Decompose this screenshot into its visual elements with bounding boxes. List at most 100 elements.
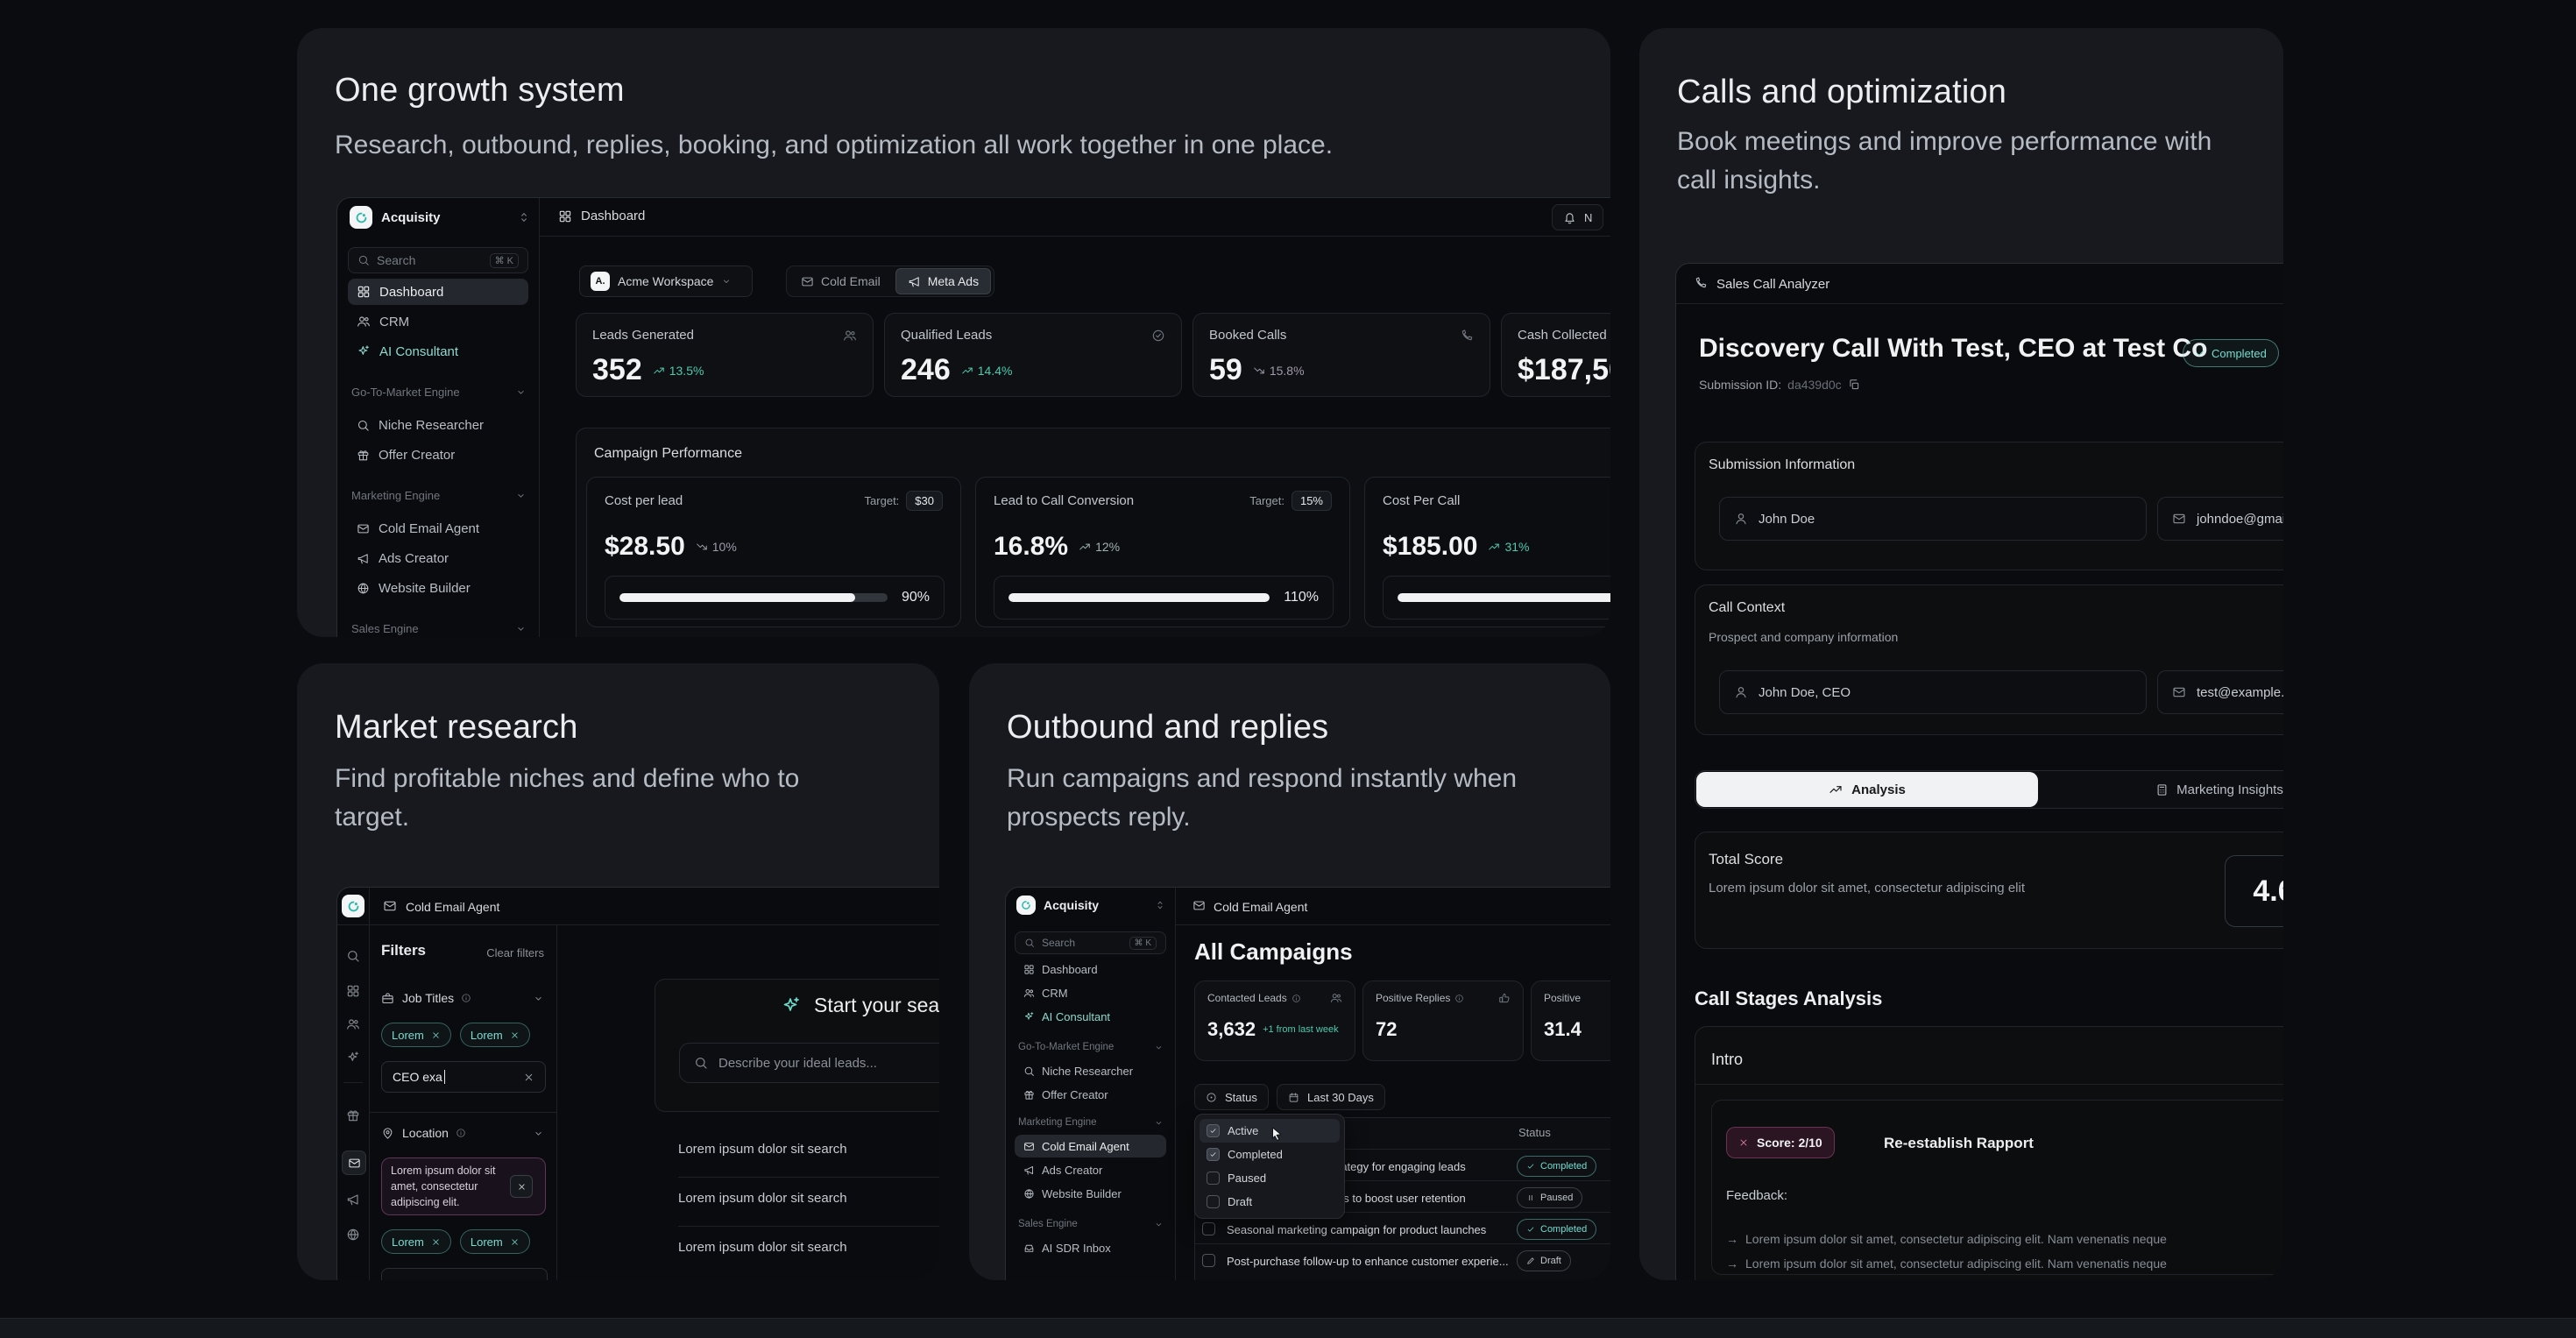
sidebar-item-ai-consultant[interactable]: AI Consultant bbox=[348, 338, 528, 365]
checkbox-unchecked[interactable] bbox=[1207, 1195, 1220, 1208]
sidebar-section-marketing[interactable]: Marketing Engine bbox=[1018, 1117, 1164, 1128]
location-selected-value[interactable]: Lorem ipsum dolor sit amet, consectetur … bbox=[381, 1157, 546, 1215]
rail-offer-icon[interactable] bbox=[346, 1108, 360, 1122]
workspace-switcher[interactable]: A. Acme Workspace bbox=[579, 265, 753, 297]
sidebar-item-cold-email-agent[interactable]: Cold Email Agent bbox=[348, 515, 528, 542]
tab-cold-email[interactable]: Cold Email bbox=[789, 269, 892, 294]
tab-marketing-insights[interactable]: Marketing Insights bbox=[2123, 772, 2283, 807]
clear-filters-button[interactable]: Clear filters bbox=[460, 946, 544, 959]
row-checkbox[interactable] bbox=[1202, 1254, 1215, 1267]
rail-ai-icon[interactable] bbox=[346, 1051, 360, 1065]
search-input[interactable]: Search ⌘ K bbox=[1015, 931, 1166, 954]
sidebar-item-dashboard[interactable]: Dashboard bbox=[348, 279, 528, 305]
x-icon[interactable] bbox=[510, 1237, 520, 1247]
remove-location-button[interactable] bbox=[510, 1175, 533, 1198]
rail-crm-icon[interactable] bbox=[346, 1017, 360, 1031]
tab-label: Marketing Insights bbox=[2176, 782, 2283, 797]
job-title-input[interactable]: CEO exa bbox=[381, 1061, 546, 1093]
chevron-up-down-icon[interactable] bbox=[518, 211, 530, 223]
acquisity-logo-icon[interactable] bbox=[342, 895, 364, 917]
rail-dashboard-icon[interactable] bbox=[346, 984, 360, 998]
x-icon[interactable] bbox=[431, 1237, 441, 1247]
x-icon[interactable] bbox=[510, 1030, 520, 1040]
sidebar-item-cold-email-agent[interactable]: Cold Email Agent bbox=[1015, 1135, 1166, 1157]
sidebar-item-ai-sdr-inbox[interactable]: AI SDR Inbox bbox=[1015, 1236, 1166, 1259]
search-icon bbox=[694, 1056, 708, 1070]
status-badge-paused: Paused bbox=[1517, 1187, 1582, 1208]
search-icon bbox=[1023, 1065, 1035, 1077]
sidebar-section-sales[interactable]: Sales Engine bbox=[351, 622, 527, 635]
search-result-item[interactable]: Lorem ipsum dolor sit search bbox=[678, 1191, 847, 1206]
campaign-row-text[interactable]: Seasonal marketing campaign for product … bbox=[1227, 1223, 1486, 1236]
search-input[interactable]: Search ⌘ K bbox=[348, 247, 528, 273]
sidebar-item-ads-creator[interactable]: Ads Creator bbox=[1015, 1158, 1166, 1181]
dropdown-option-paused[interactable]: Paused bbox=[1200, 1166, 1340, 1190]
sidebar-item-offer-creator[interactable]: Offer Creator bbox=[348, 442, 528, 468]
prospect-email-field[interactable]: test@example.com bbox=[2157, 670, 2283, 714]
sidebar-item-offer-creator[interactable]: Offer Creator bbox=[1015, 1083, 1166, 1106]
checkbox-unchecked[interactable] bbox=[1207, 1172, 1220, 1185]
sidebar-item-niche-researcher[interactable]: Niche Researcher bbox=[1015, 1059, 1166, 1082]
sidebar-section-sales[interactable]: Sales Engine bbox=[1018, 1219, 1164, 1229]
sidebar-item-ai-consultant[interactable]: AI Consultant bbox=[1015, 1005, 1166, 1028]
email-field[interactable]: johndoe@gmail.com bbox=[2157, 497, 2283, 541]
sidebar-item-dashboard[interactable]: Dashboard bbox=[1015, 958, 1166, 980]
metric-card-lead-to-call: Lead to Call Conversion Target: 15% 16.8… bbox=[975, 477, 1350, 627]
tab-analysis[interactable]: Analysis bbox=[1696, 772, 2038, 807]
x-icon[interactable] bbox=[431, 1030, 441, 1040]
progress-fill bbox=[1008, 593, 1270, 602]
sidebar-item-website-builder[interactable]: Website Builder bbox=[1015, 1182, 1166, 1205]
prospect-field[interactable]: John Doe, CEO bbox=[1719, 670, 2147, 714]
progress-label: 110% bbox=[1284, 590, 1319, 605]
search-result-item[interactable]: Lorem ipsum dolor sit search bbox=[678, 1240, 847, 1255]
location-input[interactable] bbox=[381, 1268, 548, 1280]
tab-meta-ads[interactable]: Meta Ads bbox=[895, 268, 991, 294]
search-icon bbox=[357, 419, 370, 432]
notifications-button[interactable]: N bbox=[1552, 204, 1603, 230]
sidebar-item-niche-researcher[interactable]: Niche Researcher bbox=[348, 412, 528, 438]
checkbox-checked[interactable] bbox=[1207, 1124, 1220, 1137]
stat-delta: 13.5% bbox=[669, 364, 704, 378]
dropdown-option-completed[interactable]: Completed bbox=[1200, 1143, 1340, 1166]
row-checkbox[interactable] bbox=[1202, 1222, 1215, 1235]
option-label: Completed bbox=[1228, 1148, 1283, 1161]
date-range-button[interactable]: Last 30 Days bbox=[1277, 1084, 1385, 1110]
chevron-down-icon bbox=[1154, 1043, 1164, 1052]
filter-chip[interactable]: Lorem bbox=[460, 1229, 530, 1254]
sidebar-item-ads-creator[interactable]: Ads Creator bbox=[348, 545, 528, 571]
brand-name: Acquisity bbox=[1044, 898, 1099, 912]
name-field[interactable]: John Doe bbox=[1719, 497, 2147, 541]
card-title: Calls and optimization bbox=[1677, 74, 2006, 111]
sidebar-item-website-builder[interactable]: Website Builder bbox=[348, 575, 528, 601]
rail-website-icon[interactable] bbox=[346, 1228, 360, 1242]
chip-label: Lorem bbox=[471, 1029, 503, 1042]
search-result-item[interactable]: Lorem ipsum dolor sit search bbox=[678, 1142, 847, 1157]
sidebar-item-crm[interactable]: CRM bbox=[348, 308, 528, 335]
status-filter-button[interactable]: Status bbox=[1194, 1084, 1269, 1110]
sidebar-section-marketing[interactable]: Marketing Engine bbox=[351, 489, 527, 502]
rail-divider-line bbox=[343, 1082, 363, 1083]
campaign-row-text[interactable]: Post-purchase follow-up to enhance custo… bbox=[1227, 1255, 1509, 1268]
sidebar-section-gtm[interactable]: Go-To-Market Engine bbox=[351, 386, 527, 399]
rail-mail-active[interactable] bbox=[342, 1150, 366, 1175]
filter-chip[interactable]: Lorem bbox=[460, 1023, 530, 1047]
rail-search-icon[interactable] bbox=[346, 949, 360, 963]
filter-job-titles[interactable]: Job Titles bbox=[381, 991, 544, 1005]
x-icon[interactable] bbox=[523, 1072, 534, 1083]
filter-location[interactable]: Location bbox=[381, 1126, 544, 1140]
checkbox-checked[interactable] bbox=[1207, 1148, 1220, 1161]
sidebar-section-gtm[interactable]: Go-To-Market Engine bbox=[1018, 1042, 1164, 1052]
copy-icon[interactable] bbox=[1848, 379, 1860, 391]
arrow-glyph: → bbox=[1726, 1257, 1738, 1271]
campaign-row-text[interactable]: es to boost user retention bbox=[1337, 1192, 1466, 1205]
filter-chip[interactable]: Lorem bbox=[381, 1229, 451, 1254]
section-label: Go-To-Market Engine bbox=[351, 386, 460, 399]
campaign-row-text[interactable]: rategy for engaging leads bbox=[1337, 1160, 1466, 1173]
sidebar-item-crm[interactable]: CRM bbox=[1015, 981, 1166, 1004]
chevron-up-down-icon[interactable] bbox=[1155, 900, 1165, 910]
phone-icon bbox=[1694, 276, 1708, 290]
ideal-leads-search-input[interactable]: Describe your ideal leads... bbox=[679, 1043, 939, 1083]
rail-ads-icon[interactable] bbox=[346, 1193, 360, 1207]
dropdown-option-draft[interactable]: Draft bbox=[1200, 1190, 1340, 1214]
filter-chip[interactable]: Lorem bbox=[381, 1023, 451, 1047]
